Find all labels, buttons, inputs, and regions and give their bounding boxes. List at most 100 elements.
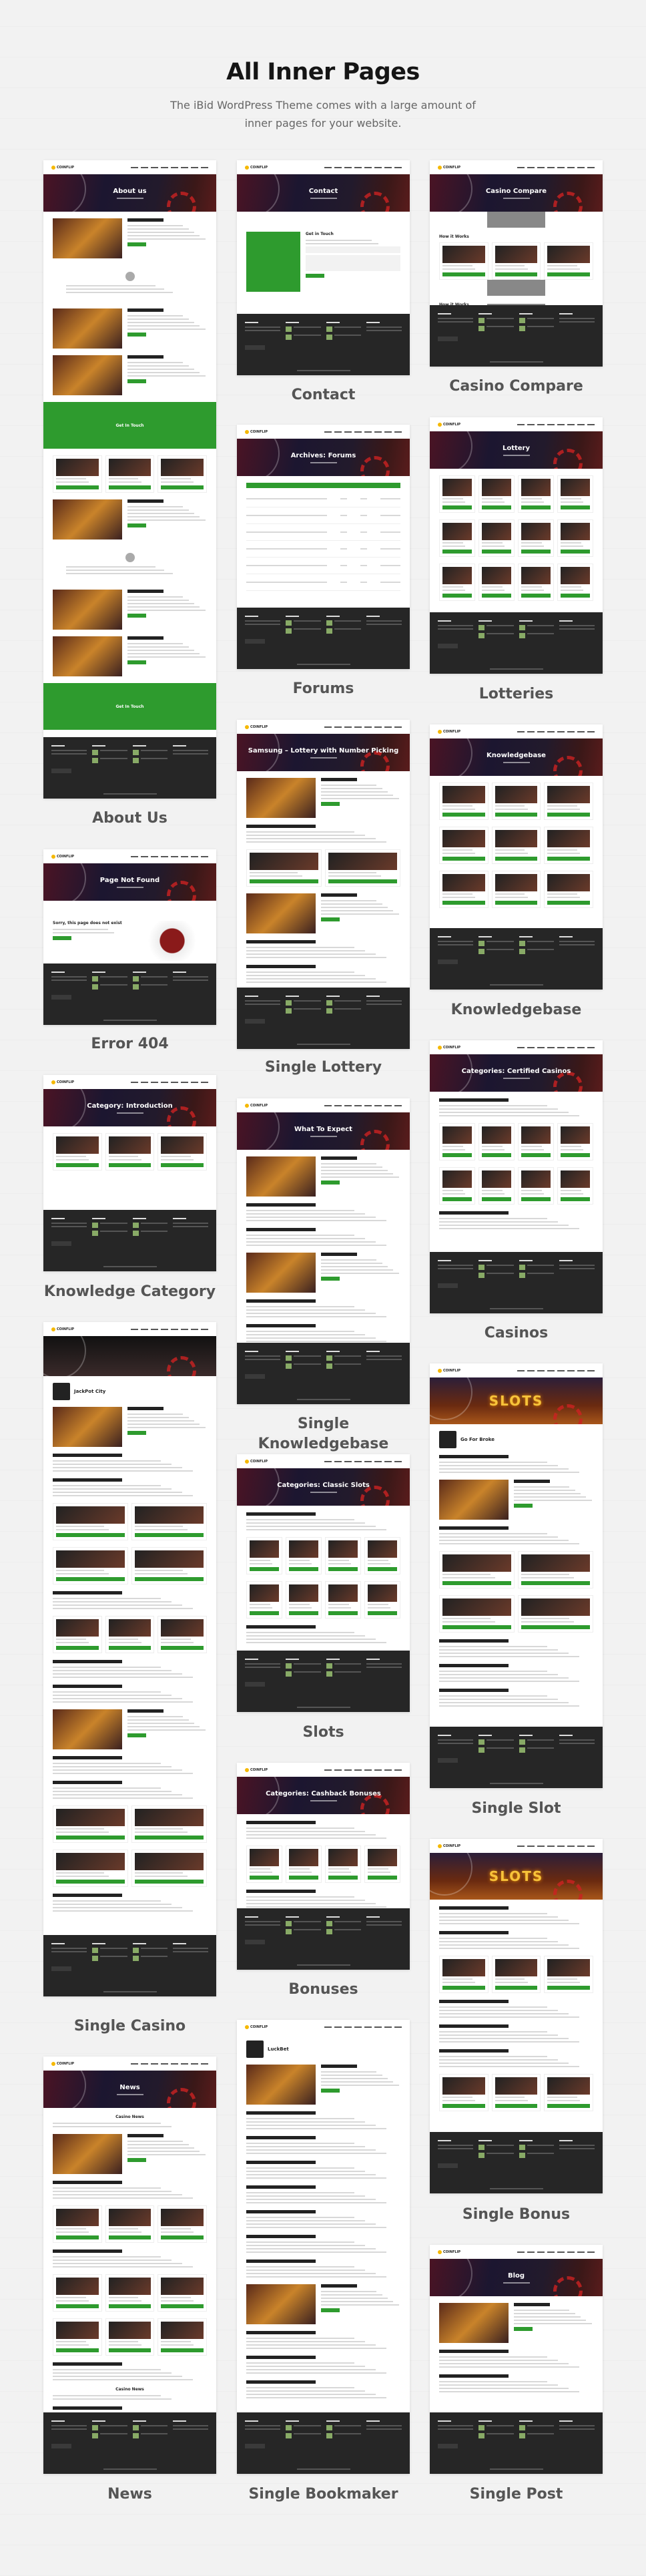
section-button[interactable] (320, 1180, 340, 1185)
card-button[interactable] (161, 1646, 204, 1650)
card-button[interactable] (56, 1533, 125, 1537)
card-button[interactable] (442, 272, 485, 276)
page-thumbnail[interactable]: COINFLIP Contact Get in Touch (237, 160, 410, 375)
site-logo[interactable]: COINFLIP (438, 1844, 460, 1848)
card-button[interactable] (250, 1611, 279, 1615)
page-thumbnail[interactable]: COINFLIP News Casino News Casino News (43, 2057, 216, 2474)
card-button[interactable] (561, 1153, 590, 1157)
card-button[interactable] (521, 1153, 551, 1157)
card-button[interactable] (161, 2235, 204, 2239)
card-button[interactable] (482, 594, 511, 598)
section-button[interactable] (127, 614, 146, 618)
site-logo[interactable]: COINFLIP (51, 2061, 74, 2066)
site-logo[interactable]: COINFLIP (245, 429, 268, 434)
card-button[interactable] (135, 1836, 204, 1840)
card-button[interactable] (250, 1567, 279, 1571)
card-button[interactable] (495, 857, 538, 861)
card-button[interactable] (56, 485, 99, 489)
site-logo[interactable]: COINFLIP (245, 2024, 268, 2029)
nav-menu[interactable] (324, 726, 402, 728)
card-button[interactable] (442, 857, 485, 861)
card-button[interactable] (561, 1197, 590, 1201)
card-button[interactable] (547, 1986, 591, 1990)
card-button[interactable] (521, 594, 551, 598)
site-logo[interactable]: COINFLIP (438, 165, 460, 170)
card-button[interactable] (521, 1581, 590, 1585)
card-button[interactable] (442, 813, 485, 817)
section-button[interactable] (127, 1733, 146, 1737)
card-button[interactable] (135, 1577, 204, 1581)
section-button[interactable] (127, 523, 146, 527)
card-button[interactable] (442, 1986, 485, 1990)
card-button[interactable] (289, 1876, 318, 1880)
card-button[interactable] (547, 272, 591, 276)
site-logo[interactable]: COINFLIP (438, 729, 460, 734)
card-button[interactable] (56, 1646, 99, 1650)
section-button[interactable] (127, 379, 146, 383)
card-button[interactable] (108, 485, 151, 489)
nav-menu[interactable] (131, 2063, 208, 2065)
card-button[interactable] (495, 272, 538, 276)
card-button[interactable] (547, 857, 591, 861)
site-logo[interactable]: COINFLIP (245, 165, 268, 170)
card-button[interactable] (135, 1533, 204, 1537)
card-button[interactable] (108, 1163, 151, 1167)
purchase-theme-button[interactable] (51, 995, 71, 1000)
card-button[interactable] (442, 2104, 485, 2108)
section-button[interactable] (320, 1277, 340, 1281)
compare-button[interactable] (487, 280, 545, 296)
card-button[interactable] (56, 1880, 125, 1884)
card-button[interactable] (482, 505, 511, 509)
purchase-theme-button[interactable] (438, 1758, 458, 1763)
nav-menu[interactable] (324, 2026, 402, 2028)
table-row[interactable] (246, 541, 400, 558)
card-button[interactable] (56, 1577, 125, 1581)
section-button[interactable] (320, 2089, 340, 2093)
nav-menu[interactable] (517, 423, 595, 425)
purchase-theme-button[interactable] (245, 639, 265, 644)
card-button[interactable] (56, 1163, 99, 1167)
purchase-theme-button[interactable] (438, 337, 458, 341)
card-button[interactable] (495, 813, 538, 817)
card-button[interactable] (442, 1625, 511, 1629)
purchase-theme-button[interactable] (245, 1682, 265, 1687)
card-button[interactable] (289, 1567, 318, 1571)
nav-menu[interactable] (517, 1369, 595, 1371)
page-thumbnail[interactable]: COINFLIP LuckBet (237, 2020, 410, 2474)
card-button[interactable] (108, 2304, 151, 2308)
nav-menu[interactable] (324, 1460, 402, 1462)
card-button[interactable] (495, 1986, 538, 1990)
page-thumbnail[interactable]: COINFLIP Knowledgebase (430, 724, 603, 990)
card-button[interactable] (161, 1163, 204, 1167)
card-button[interactable] (442, 550, 472, 554)
purchase-theme-button[interactable] (245, 1374, 265, 1379)
page-thumbnail[interactable]: COINFLIP SLOTS Go For Broke (430, 1363, 603, 1788)
compare-button[interactable] (487, 212, 545, 228)
purchase-theme-button[interactable] (438, 2163, 458, 2168)
site-logo[interactable]: COINFLIP (51, 1327, 74, 1331)
table-row[interactable] (246, 491, 400, 507)
nav-menu[interactable] (324, 166, 402, 168)
card-button[interactable] (495, 2104, 538, 2108)
card-button[interactable] (328, 879, 397, 883)
card-button[interactable] (561, 550, 590, 554)
purchase-theme-button[interactable] (51, 2444, 71, 2448)
page-thumbnail[interactable]: COINFLIP Lottery (430, 417, 603, 674)
table-row[interactable] (246, 524, 400, 541)
purchase-theme-button[interactable] (245, 2444, 265, 2448)
section-button[interactable] (513, 1504, 533, 1508)
card-button[interactable] (547, 901, 591, 905)
card-button[interactable] (250, 879, 318, 883)
card-button[interactable] (442, 1197, 472, 1201)
table-row[interactable] (246, 574, 400, 591)
card-button[interactable] (442, 1581, 511, 1585)
page-thumbnail[interactable]: COINFLIP Categories: Cashback Bonuses (237, 1763, 410, 1970)
card-button[interactable] (482, 550, 511, 554)
card-button[interactable] (135, 1880, 204, 1884)
section-button[interactable] (127, 660, 146, 664)
table-row[interactable] (246, 507, 400, 524)
purchase-theme-button[interactable] (245, 345, 265, 350)
back-home-button[interactable] (53, 936, 71, 940)
nav-menu[interactable] (324, 431, 402, 433)
card-button[interactable] (56, 2304, 99, 2308)
